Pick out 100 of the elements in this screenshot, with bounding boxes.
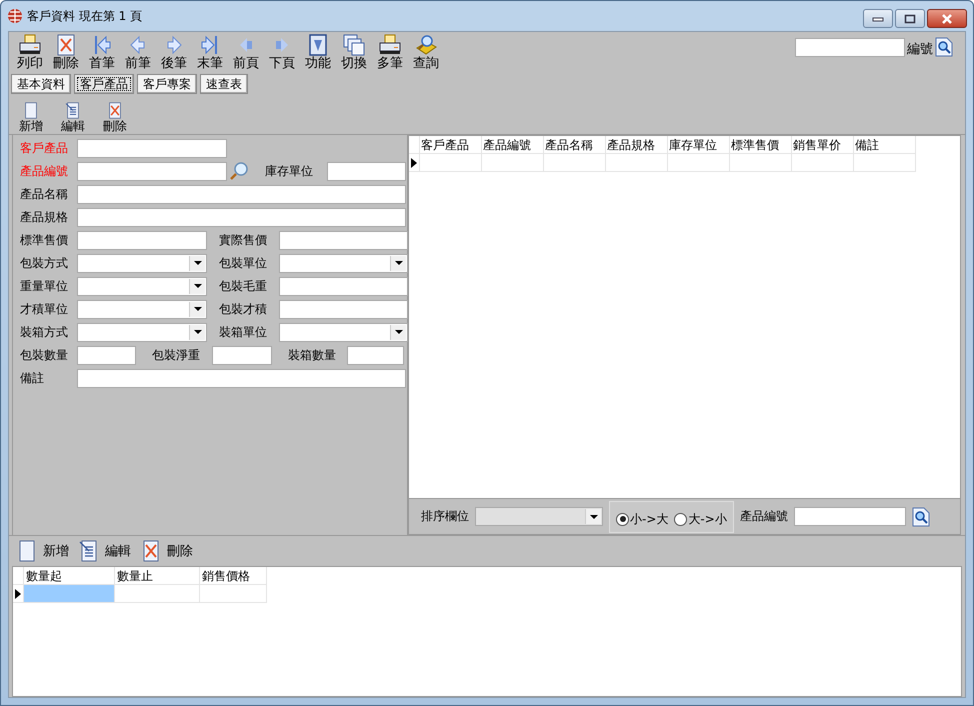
field-label: 產品名稱 [19,186,69,202]
dropdown-field[interactable] [77,276,207,296]
toolbar-button[interactable]: 刪除 [48,34,84,71]
dropdown-field[interactable] [279,254,408,272]
row-pointer-icon [15,588,21,598]
field-label: 包裝單位 [218,254,268,272]
dropdown-field[interactable] [475,507,603,526]
toolbar-button[interactable]: 查詢 [408,34,444,71]
column-header[interactable]: 備註 [854,136,916,154]
text-field[interactable] [77,368,406,388]
search-field[interactable] [794,507,906,526]
table-cell[interactable] [200,585,267,603]
row-pointer-icon [411,158,417,168]
text-field[interactable] [347,346,404,364]
table-cell[interactable] [854,154,916,172]
toolbar-button[interactable]: 刪除 [97,102,133,134]
radio-button[interactable]: 小->大 [616,510,668,528]
text-field[interactable] [327,162,406,180]
text-field[interactable] [279,230,408,250]
field-label: 重量單位 [19,278,69,294]
column-header[interactable]: 數量止 [115,567,200,585]
toolbar-button[interactable]: 編輯 [79,540,131,562]
field-label: 庫存單位 [264,162,314,180]
radio-button[interactable]: 大->小 [674,510,727,528]
search-label: 產品編號 [740,508,788,525]
dropdown-field[interactable] [77,254,207,272]
toolbar-button[interactable]: 功能 [300,34,336,71]
column-header[interactable]: 庫存單位 [668,136,730,154]
search-icon [414,34,438,56]
text-field[interactable] [279,276,408,296]
text-field[interactable] [279,300,408,318]
field-label: 才積單位 [19,300,69,318]
field-label: 實際售價 [218,232,268,248]
text-field[interactable] [77,138,227,158]
field-label: 標準售價 [19,232,69,248]
toolbar-button[interactable]: 末筆 [192,34,228,71]
text-field[interactable] [77,230,207,250]
toolbar-button[interactable]: 列印 [12,34,48,71]
toolbar-button[interactable]: 切換 [336,34,372,71]
toolbar-button[interactable]: 多筆 [372,34,408,71]
tab[interactable]: 客戶專案 [137,74,197,94]
text-field[interactable] [77,346,136,364]
table-cell[interactable] [420,154,482,172]
dropdown-field[interactable] [77,322,207,342]
table-cell[interactable] [792,154,854,172]
field-label: 包裝才積 [218,300,268,318]
toolbar-button[interactable]: 下頁 [264,34,300,71]
tab[interactable]: 速查表 [200,74,248,94]
toolbar-button[interactable]: 前頁 [228,34,264,71]
toolbar-button[interactable]: 前筆 [120,34,156,71]
text-field[interactable] [77,208,406,226]
tab[interactable]: 客戶產品 [74,74,134,94]
table-cell[interactable] [115,585,200,603]
toolbar-button[interactable]: 首筆 [84,34,120,71]
delete-icon [141,540,161,562]
window-title: 客戶資料 現在第 1 頁 [27,8,142,24]
toolbar-button[interactable]: 刪除 [141,540,193,562]
text-field[interactable] [77,184,406,204]
dropdown-field[interactable] [279,322,408,342]
text-field[interactable] [77,162,227,180]
maximize-button[interactable] [895,9,925,28]
table-cell[interactable] [730,154,792,172]
tab[interactable]: 基本資料 [11,74,71,94]
column-header[interactable]: 產品編號 [482,136,544,154]
column-header[interactable]: 產品規格 [606,136,668,154]
column-header[interactable]: 銷售價格 [200,567,267,585]
search-button[interactable] [912,506,930,526]
toolbar-button[interactable]: 編輯 [55,102,91,134]
column-header[interactable]: 標準售價 [730,136,792,154]
dropdown-field[interactable] [77,300,207,318]
column-header[interactable]: 產品名稱 [544,136,606,154]
close-icon [940,14,954,24]
search-button[interactable] [935,37,953,57]
field-label: 產品規格 [19,208,69,226]
field-label: 裝箱方式 [19,324,69,340]
search-icon[interactable] [229,161,249,181]
column-header[interactable]: 客戶產品 [420,136,482,154]
table-cell[interactable] [544,154,606,172]
search-field[interactable] [795,38,905,57]
table-cell[interactable] [668,154,730,172]
search-icon [912,506,930,526]
field-label: 裝箱數量 [287,346,337,364]
globe-icon [7,8,23,24]
table-cell[interactable] [24,585,115,603]
close-button[interactable] [927,9,967,28]
table-cell[interactable] [606,154,668,172]
column-header[interactable]: 銷售單价 [792,136,854,154]
text-field[interactable] [212,346,272,364]
toolbar-button[interactable]: 新增 [17,540,69,562]
minimize-button[interactable] [863,9,893,28]
field-label: 包裝數量 [19,346,69,364]
edit-icon [79,540,99,562]
printer-icon [18,34,42,56]
toolbar-button[interactable]: 新增 [13,102,49,134]
table-cell[interactable] [482,154,544,172]
field-label: 包裝淨重 [151,346,201,364]
maximize-icon [904,14,916,24]
field-label: 包裝毛重 [218,278,268,294]
toolbar-button[interactable]: 後筆 [156,34,192,71]
field-label: 備註 [19,370,45,386]
